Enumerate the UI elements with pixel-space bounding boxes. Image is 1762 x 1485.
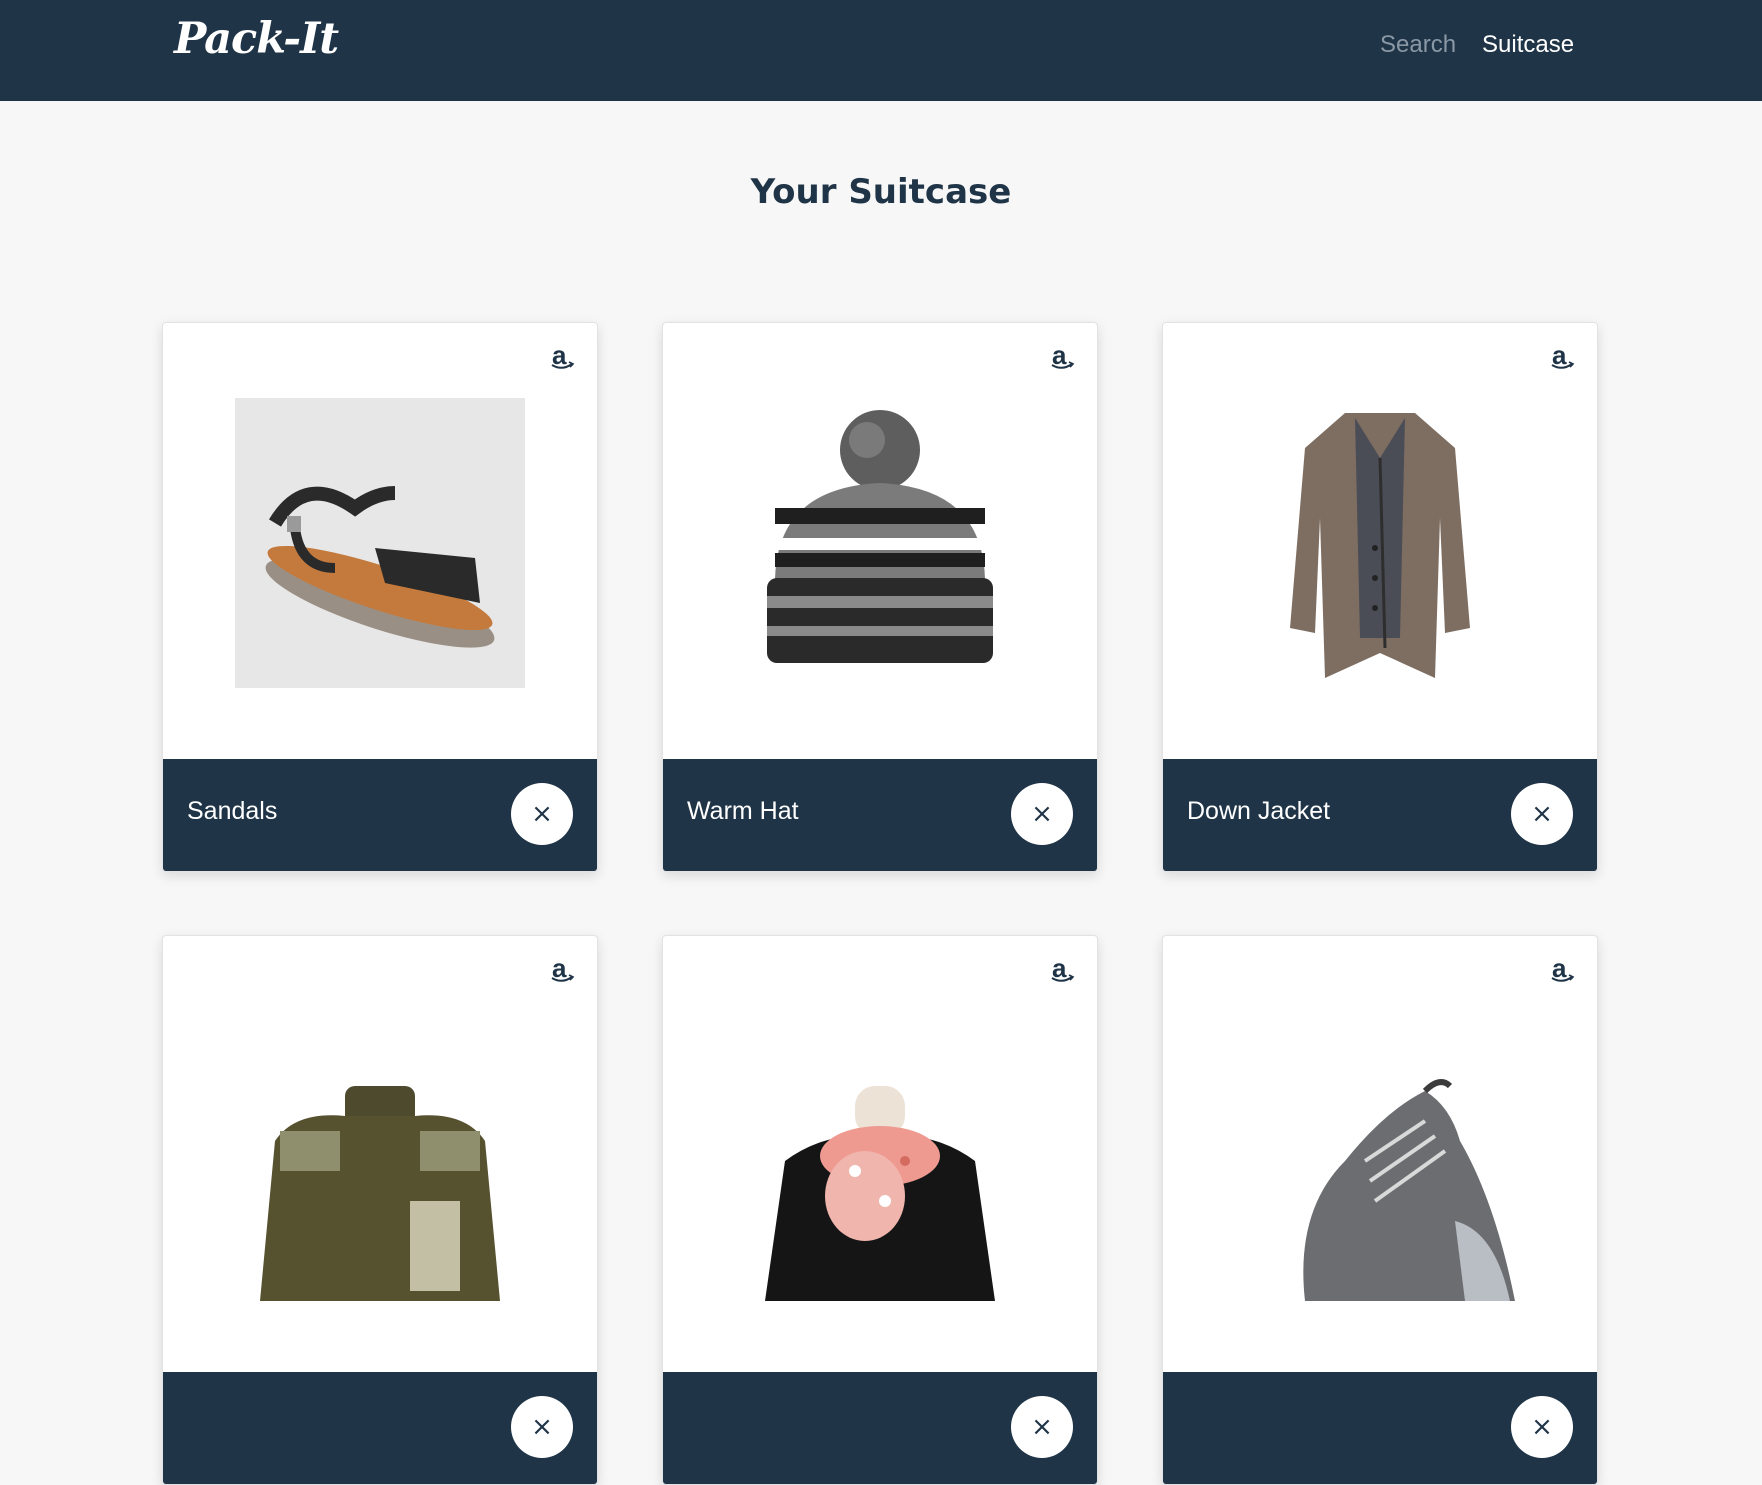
sneaker-image [1303, 1079, 1515, 1301]
card-footer: Down Jacket × [1163, 759, 1597, 871]
sweater-image [260, 1086, 500, 1301]
page-title: Your Suitcase [750, 172, 1012, 212]
suitcase-item-card: a × [162, 935, 598, 1485]
remove-item-button[interactable]: × [511, 1396, 573, 1458]
remove-item-button[interactable]: × [1511, 1396, 1573, 1458]
amazon-icon[interactable]: a [549, 340, 575, 373]
remove-item-button[interactable]: × [511, 783, 573, 845]
card-footer: × [663, 1372, 1097, 1484]
remove-item-button[interactable]: × [1011, 1396, 1073, 1458]
amazon-icon[interactable]: a [1549, 340, 1575, 373]
amazon-icon[interactable]: a [1049, 953, 1075, 986]
scarf-image [765, 1086, 995, 1301]
amazon-icon[interactable]: a [549, 953, 575, 986]
top-navbar: Pack-It Search Suitcase [0, 0, 1762, 101]
amazon-icon[interactable]: a [1549, 953, 1575, 986]
brand-logo[interactable]: Pack-It [174, 14, 339, 64]
card-footer: × [1163, 1372, 1597, 1484]
item-name: Sandals [187, 797, 278, 825]
suitcase-item-card: a Warm Hat × [662, 322, 1098, 872]
sandals-image [235, 398, 525, 688]
amazon-icon[interactable]: a [1049, 340, 1075, 373]
suitcase-item-card: a × [662, 935, 1098, 1485]
remove-item-button[interactable]: × [1511, 783, 1573, 845]
item-name: Warm Hat [687, 797, 799, 825]
card-footer: Sandals × [163, 759, 597, 871]
nav-suitcase-link[interactable]: Suitcase [1482, 31, 1574, 59]
card-footer: × [163, 1372, 597, 1484]
suitcase-item-card: a Down Jacket × [1162, 322, 1598, 872]
down-jacket-image [1290, 413, 1470, 678]
suitcase-item-card: a Sandals × [162, 322, 598, 872]
nav-search-link[interactable]: Search [1380, 31, 1456, 59]
warm-hat-image [767, 410, 993, 663]
suitcase-item-card: a × [1162, 935, 1598, 1485]
item-name: Down Jacket [1187, 797, 1331, 825]
remove-item-button[interactable]: × [1011, 783, 1073, 845]
card-footer: Warm Hat × [663, 759, 1097, 871]
